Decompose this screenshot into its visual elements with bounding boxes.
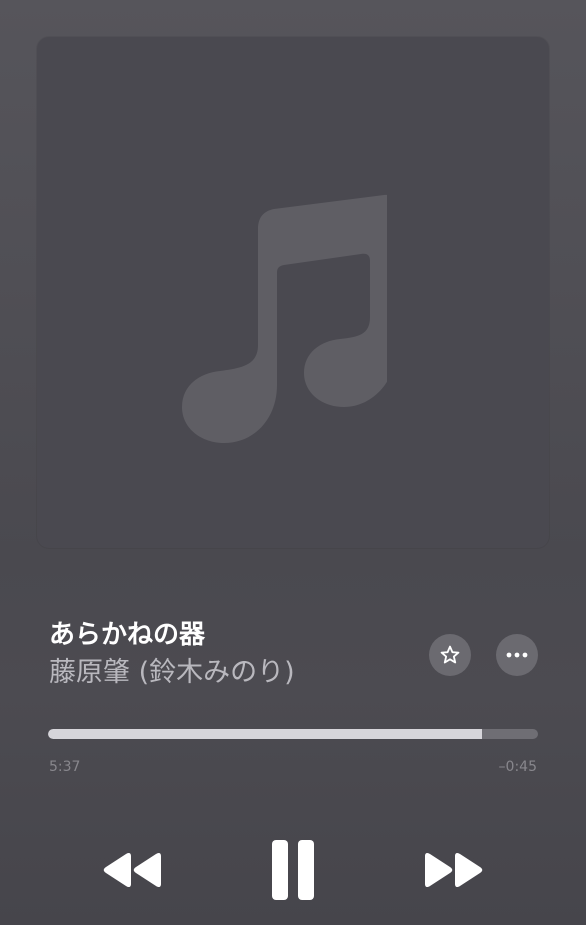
progress-scrubber[interactable]	[48, 729, 538, 739]
forward-icon	[425, 852, 483, 888]
favorite-button[interactable]	[429, 634, 471, 676]
backward-icon	[103, 852, 161, 888]
elapsed-time: 5:37	[49, 759, 81, 775]
remaining-time: –0:45	[498, 759, 537, 775]
star-icon	[440, 645, 460, 664]
now-playing-screen: あらかねの器 藤原肇 (鈴木みのり) 5:37 –0:45	[0, 0, 586, 925]
track-artist: 藤原肇 (鈴木みのり)	[49, 657, 295, 688]
pause-icon	[272, 840, 314, 900]
album-artwork	[37, 37, 549, 548]
ellipsis-icon	[506, 652, 528, 658]
rewind-button[interactable]	[98, 845, 168, 895]
more-options-button[interactable]	[496, 634, 538, 676]
pause-button[interactable]	[262, 835, 324, 905]
track-info: あらかねの器 藤原肇 (鈴木みのり)	[49, 617, 419, 692]
forward-button[interactable]	[418, 845, 488, 895]
track-title: あらかねの器	[49, 620, 206, 650]
music-note-icon	[182, 194, 387, 443]
progress-fill	[48, 729, 482, 739]
